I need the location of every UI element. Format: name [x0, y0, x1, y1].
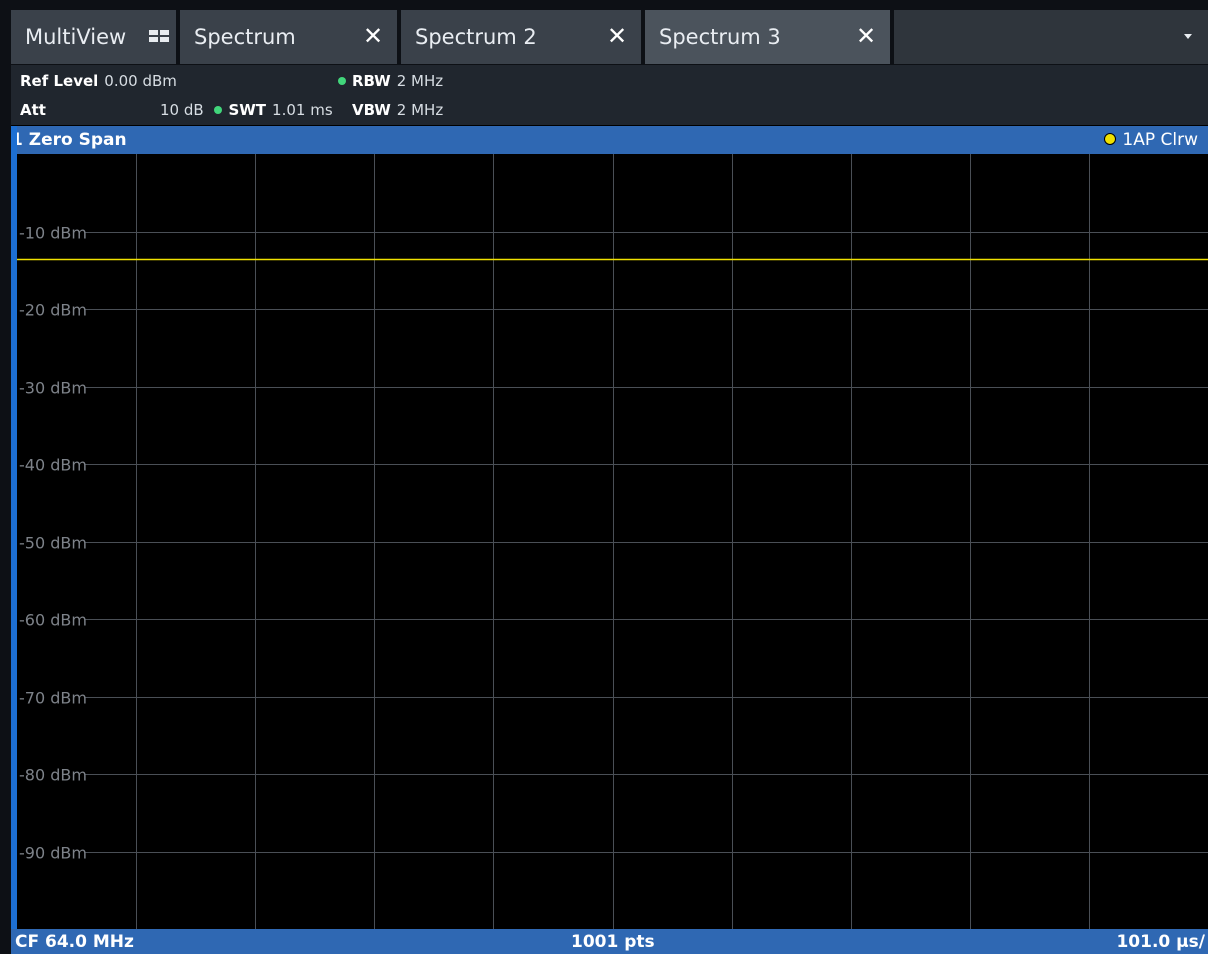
y-tick-label: -80 dBm	[19, 766, 87, 785]
center-frequency[interactable]: CF 64.0 MHz	[15, 932, 134, 952]
status-dot-icon	[338, 76, 346, 85]
y-tick-label: -30 dBm	[19, 379, 87, 398]
grid-icon	[149, 30, 169, 43]
att-value: 10 dB	[160, 101, 204, 119]
ref-level-value: 0.00 dBm	[104, 72, 177, 90]
tab-overflow-area	[894, 10, 1208, 64]
ref-level-label: Ref Level	[20, 72, 99, 90]
att-value-setting[interactable]: 10 dB SWT 1.01 ms	[160, 101, 333, 119]
rbw-value: 2 MHz	[396, 72, 444, 90]
chevron-down-icon[interactable]	[1184, 34, 1192, 39]
tab-bar: MultiView Spectrum ✕ Spectrum 2 ✕ Spectr…	[0, 0, 1208, 65]
vbw-label: VBW	[352, 101, 391, 119]
trace-label: 1AP Clrw	[1122, 130, 1198, 150]
vbw-value: 2 MHz	[396, 101, 444, 119]
y-tick-label: -40 dBm	[19, 456, 87, 475]
y-tick-label: -50 dBm	[19, 534, 87, 553]
tab-label: Spectrum 2	[415, 25, 537, 49]
y-tick-label: -60 dBm	[19, 611, 87, 630]
sweep-points[interactable]: 1001 pts	[571, 932, 655, 952]
window-title-bar[interactable]: 1 Zero Span 1AP Clrw	[11, 126, 1208, 154]
rbw-label: RBW	[352, 72, 391, 90]
att-label: Att	[20, 101, 46, 119]
settings-bar: Ref Level 0.00 dBm Att 10 dB SWT 1.01 ms R…	[11, 65, 1208, 125]
ref-level-setting[interactable]: Ref Level 0.00 dBm	[20, 72, 177, 90]
window-title: 1 Zero Span	[11, 130, 127, 150]
diagram-footer: CF 64.0 MHz 1001 pts 101.0 µs/	[11, 929, 1208, 954]
tab-label: Spectrum	[194, 25, 296, 49]
tab-label: MultiView	[25, 25, 127, 49]
att-setting[interactable]: Att	[20, 101, 52, 119]
vbw-setting[interactable]: VBW 2 MHz	[352, 101, 443, 119]
close-icon[interactable]: ✕	[854, 24, 878, 48]
tab-spectrum-2[interactable]: Spectrum 2 ✕	[401, 10, 641, 64]
tab-spectrum-3[interactable]: Spectrum 3 ✕	[645, 10, 890, 64]
window-edge	[0, 0, 11, 954]
tab-label: Spectrum 3	[659, 25, 781, 49]
zero-span-diagram[interactable]: -10 dBm -20 dBm -30 dBm -40 dBm -50 dBm -60 d…	[17, 154, 1208, 929]
close-icon[interactable]: ✕	[361, 24, 385, 48]
rbw-setting[interactable]: RBW 2 MHz	[338, 72, 443, 90]
tab-multiview[interactable]: MultiView	[11, 10, 176, 64]
swt-label: SWT	[228, 101, 267, 119]
tab-spectrum[interactable]: Spectrum ✕	[180, 10, 397, 64]
y-tick-label: -20 dBm	[19, 301, 87, 320]
trace-indicator[interactable]: 1AP Clrw	[1104, 130, 1198, 150]
y-tick-label: -10 dBm	[19, 224, 87, 243]
y-tick-label: -70 dBm	[19, 689, 87, 708]
trace-dot-icon	[1104, 133, 1117, 145]
status-dot-icon	[214, 105, 223, 114]
close-icon[interactable]: ✕	[605, 24, 629, 48]
swt-value: 1.01 ms	[272, 101, 333, 119]
time-per-division[interactable]: 101.0 µs/	[1116, 932, 1205, 952]
y-tick-label: -90 dBm	[19, 844, 87, 863]
